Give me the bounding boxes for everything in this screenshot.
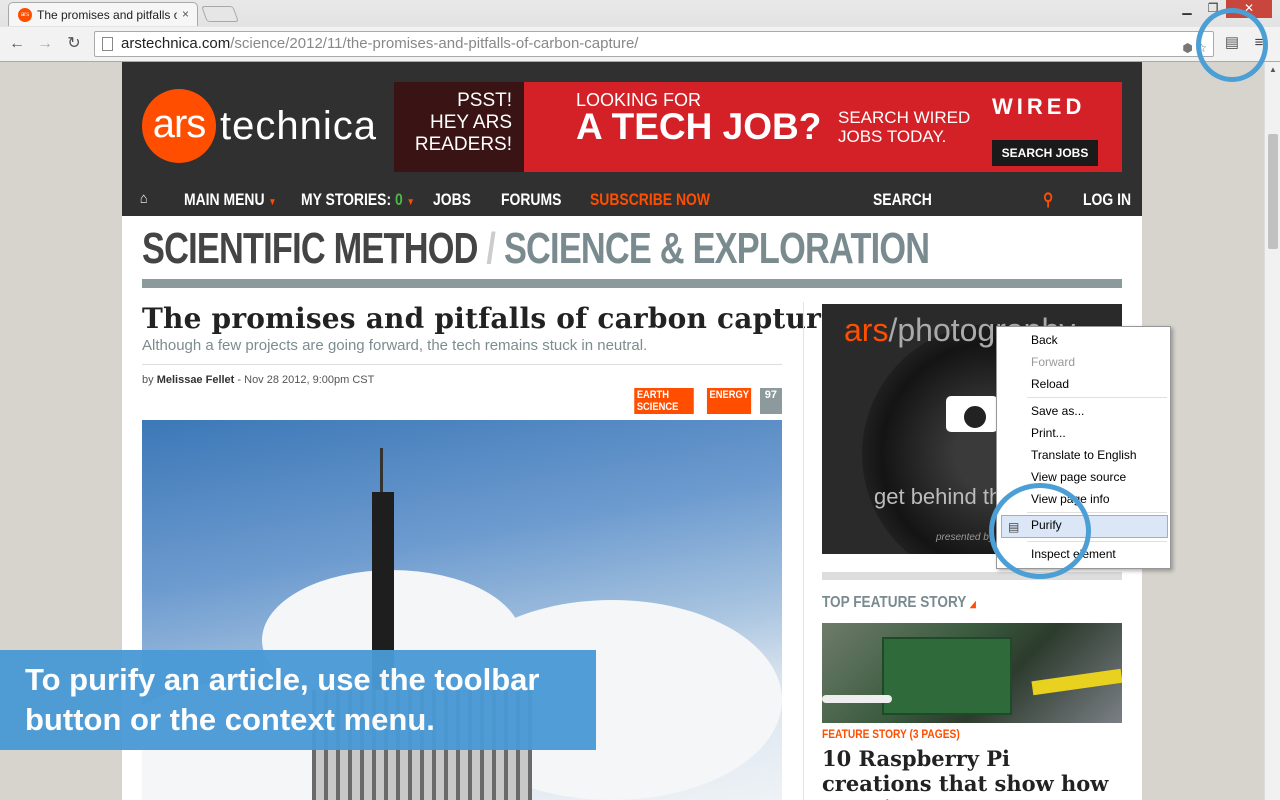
- raspberry-pi-board: [882, 637, 1012, 715]
- scroll-up-icon[interactable]: ▲: [1265, 62, 1280, 78]
- page-icon: [102, 37, 113, 51]
- ad-presented: presented by: [936, 532, 994, 543]
- author-link[interactable]: Melissae Fellet: [157, 374, 235, 386]
- feature-title[interactable]: 10 Raspberry Pi creations that show how …: [822, 746, 1122, 800]
- nav-login[interactable]: LOG IN: [1083, 190, 1131, 210]
- search-icon[interactable]: ⚲: [1043, 190, 1053, 210]
- url-path: /science/2012/11/the-promises-and-pitfal…: [230, 35, 639, 52]
- minimize-button[interactable]: ▁: [1174, 0, 1200, 18]
- scrollbar-thumb[interactable]: [1268, 134, 1278, 249]
- browser-tab[interactable]: ars The promises and pitfalls of carbon …: [8, 2, 198, 26]
- menu-separator: [1027, 397, 1167, 398]
- nav-jobs[interactable]: JOBS: [433, 190, 471, 210]
- article-rule: [142, 364, 782, 365]
- menu-highlight-circle: [989, 483, 1091, 579]
- article-tags: EARTH SCIENCE ENERGY 97: [629, 388, 782, 414]
- tag-earth-science[interactable]: EARTH SCIENCE: [634, 388, 695, 414]
- tab-close-icon[interactable]: ×: [182, 7, 189, 21]
- ars-favicon-icon: ars: [18, 8, 32, 22]
- my-stories-count: 0: [395, 190, 403, 209]
- article-dek: Although a few projects are going forwar…: [142, 337, 648, 354]
- menu-forward[interactable]: Forward: [1031, 352, 1075, 372]
- yellow-cable: [1031, 668, 1122, 696]
- address-bar[interactable]: arstechnica.com/science/2012/11/the-prom…: [94, 31, 1214, 57]
- article-title: The promises and pitfalls of carbon capt…: [142, 302, 840, 335]
- article-header: The promises and pitfalls of carbon capt…: [142, 302, 840, 414]
- section-divider: [142, 279, 1122, 288]
- ad-psst: PSST! HEY ARS READERS!: [394, 82, 524, 172]
- byline: by Melissae Fellet - Nov 28 2012, 9:00pm…: [142, 374, 375, 386]
- masthead: ars technica PSST! HEY ARS READERS! LOOK…: [122, 62, 1142, 186]
- ad-tech-job: A TECH JOB?: [576, 106, 822, 147]
- feature-label: FEATURE STORY (3 PAGES): [822, 727, 960, 741]
- home-icon[interactable]: ⌂: [140, 190, 147, 207]
- url-domain: arstechnica.com: [121, 35, 231, 52]
- new-tab-button[interactable]: [201, 6, 239, 22]
- tag-energy[interactable]: ENERGY: [707, 388, 752, 414]
- site-logo[interactable]: ars technica: [142, 89, 377, 163]
- logo-ars: ars: [142, 89, 216, 163]
- menu-save-as[interactable]: Save as...: [1031, 401, 1084, 421]
- top-feature-heading: TOP FEATURE STORY ◢: [822, 594, 976, 611]
- nav-subscribe[interactable]: SUBSCRIBE NOW: [590, 190, 710, 210]
- menu-print[interactable]: Print...: [1031, 423, 1066, 443]
- site-nav: ⌂ MAIN MENU ▼ MY STORIES: 0 ▼ JOBS FORUM…: [122, 186, 1142, 216]
- menu-back[interactable]: Back: [1031, 330, 1058, 350]
- section-title: SCIENTIFIC METHOD / SCIENCE & EXPLORATIO…: [142, 224, 930, 274]
- ad-wired-logo: WIRED: [992, 94, 1086, 119]
- ad-tagline: get behind the: [874, 484, 1014, 509]
- tab-title: The promises and pitfalls of carbon capt…: [37, 8, 177, 22]
- article-date: - Nov 28 2012, 9:00pm CST: [234, 374, 375, 386]
- nav-forums[interactable]: FORUMS: [501, 190, 561, 210]
- forward-icon[interactable]: →: [34, 33, 56, 55]
- menu-reload[interactable]: Reload: [1031, 374, 1069, 394]
- white-cable: [822, 695, 892, 703]
- browser-chrome: ars The promises and pitfalls of carbon …: [0, 0, 1280, 62]
- scrollbar[interactable]: ▲: [1264, 62, 1280, 800]
- feature-image[interactable]: [822, 623, 1122, 723]
- nav-my-stories[interactable]: MY STORIES: 0 ▼: [301, 190, 415, 210]
- comment-count[interactable]: 97: [759, 388, 782, 414]
- column-divider: [803, 302, 804, 800]
- menu-translate[interactable]: Translate to English: [1031, 445, 1137, 465]
- back-icon[interactable]: ←: [6, 33, 28, 55]
- nav-search[interactable]: SEARCH: [873, 190, 932, 210]
- wired-jobs-ad[interactable]: PSST! HEY ARS READERS! LOOKING FOR A TEC…: [394, 82, 1122, 172]
- ad-search-jobs-button[interactable]: SEARCH JOBS: [992, 140, 1098, 166]
- toolbar-highlight-circle: [1196, 8, 1268, 82]
- flare-stack-tip: [380, 448, 383, 498]
- section-sub[interactable]: SCIENCE & EXPLORATION: [504, 224, 930, 273]
- camera-icon: [946, 396, 998, 432]
- sidebar-divider: [822, 572, 1122, 580]
- section-slash: /: [486, 224, 496, 273]
- ad-search-wired: SEARCH WIRED JOBS TODAY.: [838, 108, 971, 146]
- browser-toolbar: ← → ↻ arstechnica.com/science/2012/11/th…: [0, 27, 1280, 61]
- reload-icon[interactable]: ↻: [63, 33, 85, 55]
- section-main[interactable]: SCIENTIFIC METHOD: [142, 224, 478, 273]
- tutorial-caption: To purify an article, use the toolbar bu…: [0, 650, 596, 750]
- logo-technica: technica: [220, 103, 377, 148]
- nav-main-menu[interactable]: MAIN MENU ▼: [184, 190, 277, 210]
